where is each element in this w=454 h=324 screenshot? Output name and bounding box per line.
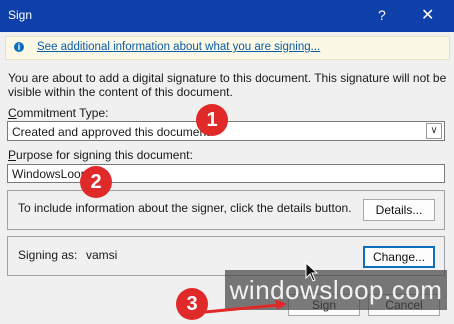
commitment-selected-value: Created and approved this document bbox=[12, 125, 210, 139]
details-group: To include information about the signer,… bbox=[7, 190, 445, 230]
signing-as-label: Signing as: bbox=[18, 248, 78, 262]
window-title: Sign bbox=[8, 8, 33, 22]
additional-info-link[interactable]: See additional information about what yo… bbox=[37, 41, 320, 53]
purpose-value: WindowsLoop bbox=[12, 167, 88, 181]
info-icon: i bbox=[14, 42, 24, 52]
purpose-label: Purpose for signing this document: bbox=[8, 148, 193, 162]
commitment-type-label: Commitment Type: bbox=[8, 106, 108, 120]
details-button[interactable]: Details... bbox=[363, 199, 435, 221]
close-button[interactable]: ✕ bbox=[421, 5, 434, 25]
details-info-text: To include information about the signer,… bbox=[18, 201, 352, 215]
intro-text: You are about to add a digital signature… bbox=[8, 71, 447, 99]
commitment-accesskey: C bbox=[8, 106, 17, 120]
purpose-label-rest: urpose for signing this document: bbox=[16, 148, 193, 162]
chevron-down-icon[interactable]: ∨ bbox=[426, 123, 442, 139]
purpose-accesskey: P bbox=[8, 148, 17, 162]
title-bar: Sign ? ✕ bbox=[0, 0, 454, 32]
mouse-cursor-icon bbox=[305, 262, 319, 282]
signer-name: vamsi bbox=[86, 248, 118, 262]
annotation-arrow bbox=[204, 299, 287, 314]
step-badge-2: 2 bbox=[80, 166, 112, 198]
info-bar: i See additional information about what … bbox=[5, 36, 450, 60]
change-button[interactable]: Change... bbox=[363, 246, 435, 268]
purpose-input[interactable]: WindowsLoop bbox=[7, 164, 445, 183]
commitment-label-rest: ommitment Type: bbox=[16, 106, 109, 120]
help-button[interactable]: ? bbox=[378, 7, 386, 23]
step-badge-1: 1 bbox=[196, 104, 228, 136]
